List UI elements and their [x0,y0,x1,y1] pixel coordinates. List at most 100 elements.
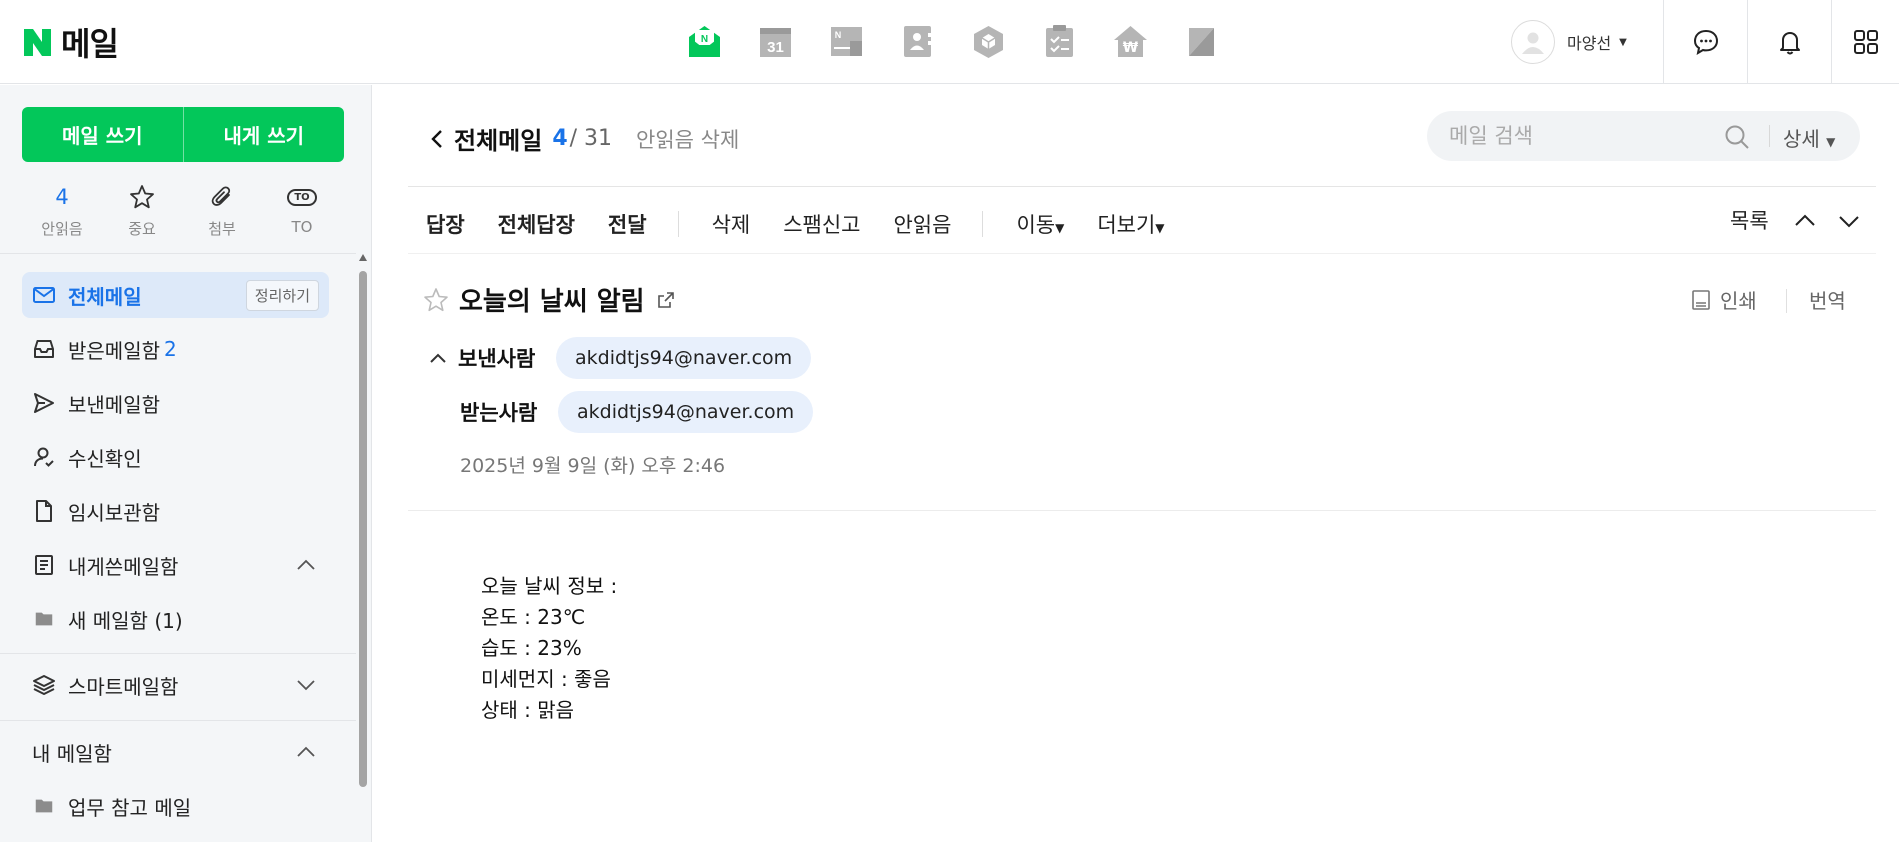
more-dropdown[interactable]: 더보기▼ [1097,209,1164,239]
sidebar-item-drafts[interactable]: 임시보관함 [22,488,329,534]
next-mail-chevron-down-icon[interactable] [1837,209,1861,233]
recipient-chip[interactable]: akdidtjs94@naver.com [558,391,814,433]
naver-mail-logo[interactable]: 메일 [24,22,119,63]
quick-important-label: 중요 [128,220,156,238]
chevron-left-icon [431,129,442,148]
list-button[interactable]: 목록 [1730,205,1769,235]
caret-down-icon: ▼ [1826,135,1836,149]
sidebar-item-sent[interactable]: 보낸메일함 [22,380,329,426]
printer-icon [1692,289,1710,310]
tidy-button[interactable]: 정리하기 [245,280,319,311]
sidebar-divider [0,653,356,654]
quick-unread[interactable]: 4 안읽음 [22,182,102,239]
star-icon[interactable] [422,286,450,314]
translate-button[interactable]: 번역 [1809,285,1846,314]
caret-down-icon: ▼ [1055,221,1065,235]
total-count: / 31 [569,126,613,151]
sidebar-item-label: 임시보관함 [68,500,160,525]
to-label: 받는사람 [460,401,538,425]
person-check-icon [32,445,56,469]
sidebar-item-smart-mail[interactable]: 스마트메일함 [22,662,329,708]
quick-to-me[interactable]: TO TO [262,182,342,239]
reply-button[interactable]: 답장 [426,209,465,239]
calendar-app-icon[interactable]: 31 [757,22,794,60]
mail-list-header: 전체메일 4 / 31 안읽음 삭제 [428,121,739,156]
talk-button[interactable] [1663,0,1747,84]
print-label: 인쇄 [1720,289,1757,313]
unread-count: 4 [55,185,69,209]
forward-button[interactable]: 전달 [608,209,647,239]
unread-count[interactable]: 4 [552,126,567,151]
body-line: 상태 : 맑음 [481,698,575,722]
divider [408,510,1876,511]
delete-unread-button[interactable]: 안읽음 삭제 [636,124,739,154]
move-dropdown[interactable]: 이동▼ [1016,209,1064,239]
document-icon [32,499,56,523]
to-me-icon: TO [287,188,317,206]
spam-report-button[interactable]: 스팸신고 [783,209,860,239]
print-button[interactable]: 인쇄 [1690,285,1757,314]
back-button[interactable] [428,124,450,154]
sidebar-item-label: 받은메일함 [68,338,160,363]
svg-text:₩: ₩ [1123,40,1139,56]
bookmark-app-icon[interactable] [1183,22,1220,60]
sidebar-item-my-boxes[interactable]: 내 메일함 [22,729,329,775]
all-services-button[interactable] [1831,0,1899,84]
inbox-icon [32,337,56,361]
sidebar-scrollbar[interactable] [359,271,367,787]
svg-text:N: N [701,34,708,45]
search-detail-label: 상세 [1783,127,1820,151]
sidebar-item-all-mail[interactable]: 전체메일 정리하기 [22,272,329,318]
previous-mail-chevron-up-icon[interactable] [1793,209,1817,233]
todo-app-icon[interactable] [1041,22,1078,60]
quick-important[interactable]: 중요 [102,182,182,239]
sender-row: 보낸사람 akdidtjs94@naver.com [428,337,812,379]
open-new-window-icon[interactable] [657,291,675,309]
sidebar-item-label: 내게쓴메일함 [68,554,179,579]
mail-app-icon[interactable]: N [686,22,723,60]
sidebar-item-work-ref[interactable]: 업무 참고 메일 [22,783,329,829]
box-app-icon[interactable] [970,22,1007,60]
body-line: 오늘 날씨 정보 : [481,574,618,598]
sidebar-item-label: 보낸메일함 [68,392,160,417]
sender-chip[interactable]: akdidtjs94@naver.com [556,337,812,379]
body-line: 미세먼지 : 좋음 [481,667,611,691]
search-input[interactable] [1449,111,1719,161]
chevron-down-icon[interactable] [295,674,317,696]
compose-group: 메일 쓰기 내게 쓰기 [22,107,344,162]
sidebar-section-title: 내 메일함 [32,741,112,766]
pay-app-icon[interactable]: ₩ [1112,22,1149,60]
more-label: 더보기 [1097,213,1156,237]
grid-icon [1853,30,1878,54]
delete-button[interactable]: 삭제 [712,209,751,239]
body-line: 습도 : 23% [481,636,582,660]
quick-to-label: TO [291,218,313,236]
note-app-icon[interactable]: N [828,22,865,60]
compose-button[interactable]: 메일 쓰기 [22,107,183,162]
paperclip-icon [211,186,231,206]
sidebar-divider [0,720,356,721]
quick-attachment[interactable]: 첨부 [182,182,262,239]
contacts-app-icon[interactable] [899,22,936,60]
chevron-up-icon[interactable] [295,741,317,763]
search-detail-button[interactable]: 상세 ▼ [1783,123,1835,152]
mail-body: 오늘 날씨 정보 : 온도 : 23℃ 습도 : 23% 미세먼지 : 좋음 상… [481,571,617,726]
svg-text:N: N [835,30,842,40]
sidebar-item-label: 전체메일 [68,284,142,309]
sidebar-item-new-box[interactable]: 새 메일함 (1) [22,596,329,642]
mark-unread-button[interactable]: 안읽음 [893,209,951,239]
notification-button[interactable] [1747,0,1831,84]
scroll-up-arrow[interactable] [359,254,367,261]
chevron-up-icon[interactable] [295,554,317,576]
sidebar-item-receipt[interactable]: 수신확인 [22,434,329,480]
compose-to-self-button[interactable]: 내게 쓰기 [184,107,345,162]
search-icon[interactable] [1724,124,1750,150]
toolbar-divider [677,211,679,237]
body-line: 온도 : 23℃ [481,605,586,629]
reply-all-button[interactable]: 전체답장 [498,209,575,239]
sidebar-item-inbox[interactable]: 받은메일함 2 [22,326,329,372]
user-menu[interactable]: 마양선 ▼ [1511,20,1627,64]
sidebar-item-self-mail[interactable]: 내게쓴메일함 [22,542,329,588]
recipient-row: 받는사람 akdidtjs94@naver.com [460,391,814,433]
chevron-up-icon[interactable] [428,348,448,368]
